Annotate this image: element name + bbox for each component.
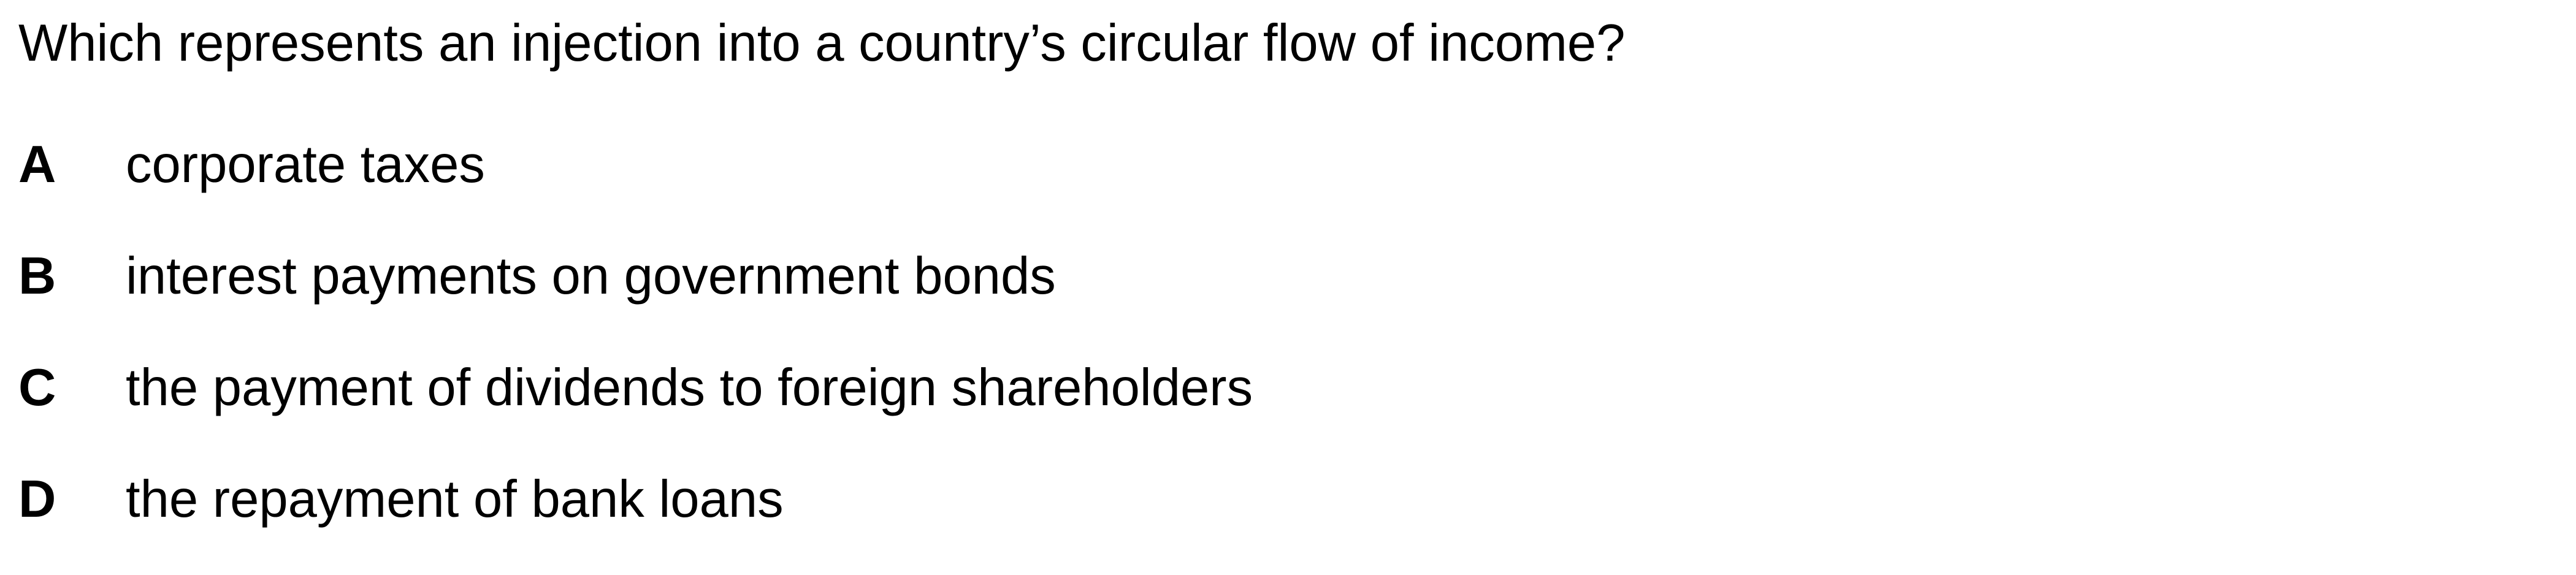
option-text: interest payments on government bonds: [126, 247, 1056, 305]
option-text: corporate taxes: [126, 135, 485, 194]
option-letter: A: [18, 135, 56, 194]
option-letter: D: [18, 470, 56, 528]
question-stem: Which represents an injection into a cou…: [18, 14, 1626, 72]
option-letter: C: [18, 359, 56, 417]
option-text: the repayment of bank loans: [126, 470, 784, 528]
option-text: the payment of dividends to foreign shar…: [126, 359, 1253, 417]
option-letter: B: [18, 247, 56, 305]
